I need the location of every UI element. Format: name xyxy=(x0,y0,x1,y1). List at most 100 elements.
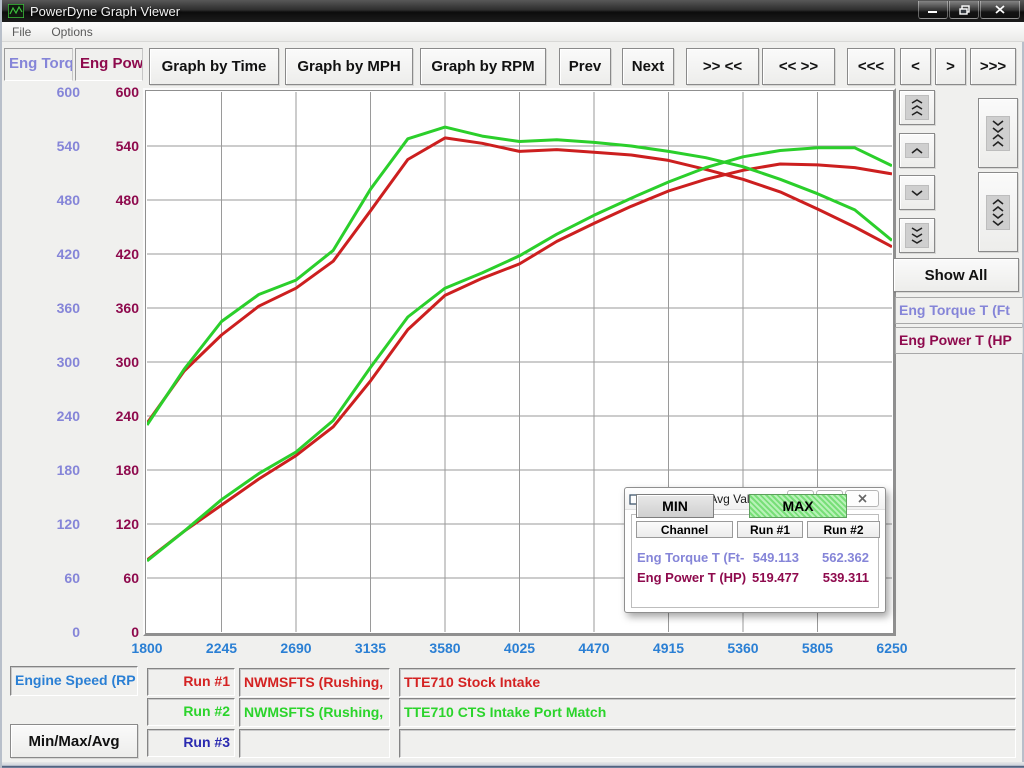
zoom-out-vertical-button[interactable] xyxy=(978,172,1018,252)
zoom-in-vertical-icon xyxy=(986,116,1010,151)
y-tick-label-power: 300 xyxy=(97,354,139,370)
prev-button[interactable]: Prev xyxy=(559,48,611,85)
minmax-close-button[interactable] xyxy=(845,490,879,507)
graph-by-rpm-button[interactable]: Graph by RPM xyxy=(420,48,546,85)
close-icon xyxy=(858,494,867,503)
scroll-down-button[interactable] xyxy=(899,175,935,210)
run3-description[interactable] xyxy=(399,729,1016,758)
run2-description[interactable]: TTE710 CTS Intake Port Match xyxy=(399,698,1016,727)
next-button[interactable]: Next xyxy=(622,48,674,85)
y-tick-label-power: 420 xyxy=(97,246,139,262)
minimize-icon xyxy=(928,5,938,14)
run3-label[interactable]: Run #3 xyxy=(147,729,235,757)
graph-by-time-button[interactable]: Graph by Time xyxy=(149,48,279,85)
zoom-out-horizontal-button[interactable]: << >> xyxy=(762,48,835,85)
y-tick-label-torque: 360 xyxy=(38,300,80,316)
y-tick-label-torque: 0 xyxy=(38,624,80,640)
title-bar[interactable]: PowerDyne Graph Viewer xyxy=(2,0,1024,22)
run1-label[interactable]: Run #1 xyxy=(147,668,235,696)
zoom-out-vertical-icon xyxy=(986,195,1010,230)
maximize-icon xyxy=(959,5,970,15)
close-button[interactable] xyxy=(980,1,1020,19)
zoom-in-horizontal-button[interactable]: >> << xyxy=(686,48,759,85)
scroll-far-left-button[interactable]: <<< xyxy=(847,48,895,85)
x-tick-label: 3580 xyxy=(429,640,460,656)
power-channel-label[interactable]: Eng Power T (HP xyxy=(895,327,1023,354)
menu-bar: File Options xyxy=(2,22,1024,42)
scroll-up-button[interactable] xyxy=(899,133,935,168)
channel-column-header[interactable]: Channel xyxy=(636,521,733,538)
y-tick-label-torque: 480 xyxy=(38,192,80,208)
x-tick-label: 4025 xyxy=(504,640,535,656)
scroll-down-icon xyxy=(905,185,929,200)
y-tick-label-torque: 240 xyxy=(38,408,80,424)
x-tick-label: 4470 xyxy=(578,640,609,656)
run2-source[interactable]: NWMSFTS (Rushing, xyxy=(239,698,390,727)
scroll-right-button[interactable]: > xyxy=(935,48,966,85)
x-tick-label: 4915 xyxy=(653,640,684,656)
scroll-bottom-button[interactable] xyxy=(899,218,935,253)
torque-channel-label[interactable]: Eng Torque T (Ft xyxy=(895,297,1023,324)
x-tick-label: 6250 xyxy=(876,640,907,656)
show-all-button[interactable]: Show All xyxy=(893,258,1019,292)
run2-column-header[interactable]: Run #2 xyxy=(807,521,880,538)
maximize-button[interactable] xyxy=(949,1,979,19)
scroll-top-icon xyxy=(905,95,929,120)
y-tick-label-torque: 180 xyxy=(38,462,80,478)
run1-description[interactable]: TTE710 Stock Intake xyxy=(399,668,1016,697)
menu-file[interactable]: File xyxy=(2,23,41,41)
min-button[interactable]: MIN xyxy=(636,494,714,518)
window-title: PowerDyne Graph Viewer xyxy=(30,4,180,19)
y-tick-label-power: 240 xyxy=(97,408,139,424)
y-tick-label-power: 360 xyxy=(97,300,139,316)
y-tick-label-power: 180 xyxy=(97,462,139,478)
x-tick-label: 2245 xyxy=(206,640,237,656)
run3-source[interactable] xyxy=(239,729,390,758)
tab-eng-power-axis[interactable]: Eng Powe xyxy=(75,48,143,81)
y-tick-label-torque: 60 xyxy=(38,570,80,586)
minmax-window[interactable]: Min / Max / Avg Valu... MIN MAX Channel xyxy=(624,487,886,613)
minmax-row-channel: Eng Torque T (Ft- xyxy=(637,550,744,565)
y-tick-label-torque: 120 xyxy=(38,516,80,532)
x-tick-label: 5805 xyxy=(802,640,833,656)
y-tick-label-power: 600 xyxy=(97,84,139,100)
run1-source[interactable]: NWMSFTS (Rushing, xyxy=(239,668,390,697)
zoom-in-vertical-button[interactable] xyxy=(978,98,1018,168)
run2-label[interactable]: Run #2 xyxy=(147,698,235,726)
minmax-value: 562.362 xyxy=(807,550,869,565)
minmaxavg-button[interactable]: Min/Max/Avg xyxy=(10,724,138,758)
y-tick-label-power: 60 xyxy=(97,570,139,586)
tab-eng-torque-axis[interactable]: Eng Torq xyxy=(4,48,73,81)
x-tick-label: 3135 xyxy=(355,640,386,656)
run1-column-header[interactable]: Run #1 xyxy=(737,521,803,538)
x-tick-label: 1800 xyxy=(131,640,162,656)
scroll-far-right-button[interactable]: >>> xyxy=(970,48,1016,85)
app-icon xyxy=(8,4,24,18)
scroll-left-button[interactable]: < xyxy=(900,48,931,85)
y-tick-label-power: 0 xyxy=(97,624,139,640)
max-button[interactable]: MAX xyxy=(749,494,847,518)
y-tick-label-torque: 540 xyxy=(38,138,80,154)
scroll-bottom-icon xyxy=(905,223,929,248)
window-bottom-border xyxy=(2,762,1024,768)
minmax-value: 539.311 xyxy=(807,570,869,585)
y-tick-label-torque: 600 xyxy=(38,84,80,100)
graph-by-mph-button[interactable]: Graph by MPH xyxy=(285,48,413,85)
x-tick-label: 2690 xyxy=(280,640,311,656)
y-tick-label-power: 540 xyxy=(97,138,139,154)
close-icon xyxy=(995,5,1005,14)
x-tick-label: 5360 xyxy=(727,640,758,656)
minmax-value: 549.113 xyxy=(737,550,799,565)
minmax-value: 519.477 xyxy=(737,570,799,585)
powerdyne-window: PowerDyne Graph Viewer File Options xyxy=(0,0,1024,768)
scroll-up-icon xyxy=(905,143,929,158)
y-tick-label-power: 120 xyxy=(97,516,139,532)
scroll-top-button[interactable] xyxy=(899,90,935,125)
minmax-row-channel: Eng Power T (HP) xyxy=(637,570,746,585)
y-tick-label-torque: 300 xyxy=(38,354,80,370)
x-axis-channel-label[interactable]: Engine Speed (RP xyxy=(10,666,138,696)
minimize-button[interactable] xyxy=(918,1,948,19)
menu-options[interactable]: Options xyxy=(41,23,102,41)
y-tick-label-torque: 420 xyxy=(38,246,80,262)
y-tick-label-power: 480 xyxy=(97,192,139,208)
